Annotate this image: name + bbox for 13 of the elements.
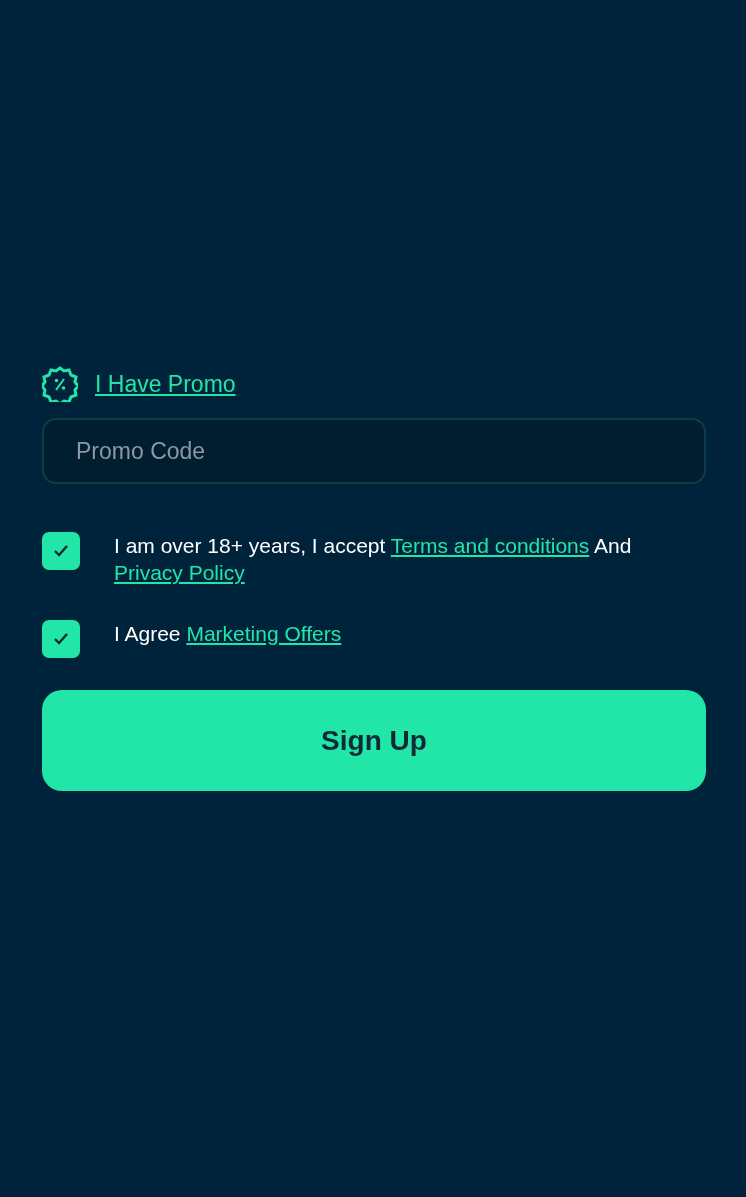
checkbox[interactable] xyxy=(42,532,80,570)
consent-link[interactable]: Privacy Policy xyxy=(114,561,245,584)
sign-up-button[interactable]: Sign Up xyxy=(42,690,706,791)
checkbox[interactable] xyxy=(42,620,80,658)
consent-link[interactable]: Marketing Offers xyxy=(186,622,342,645)
promo-code-field[interactable]: Promo Code xyxy=(42,418,706,484)
consent-link[interactable]: Terms and conditions xyxy=(390,534,590,557)
discount-badge-icon xyxy=(42,366,78,402)
consent-text: I Agree Marketing Offers xyxy=(114,621,342,647)
consent-text: I am over 18+ years, I accept Terms and conditions And Privacy Policy xyxy=(114,533,633,586)
check-icon xyxy=(53,632,69,646)
check-icon xyxy=(53,544,69,558)
promo-link[interactable]: I Have Promo xyxy=(95,370,236,398)
